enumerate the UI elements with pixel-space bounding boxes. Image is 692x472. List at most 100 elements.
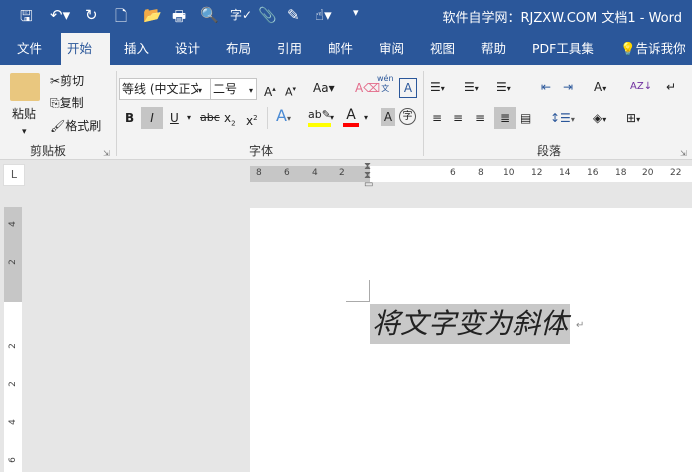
character-border-icon[interactable]: A: [399, 78, 417, 98]
align-right-icon[interactable]: ≡: [475, 109, 485, 127]
ruler-number: 6: [7, 457, 18, 463]
print-preview-icon[interactable]: 🔍: [200, 6, 219, 24]
clipboard-group-label: 剪贴板: [30, 144, 67, 158]
title-bar: 🖫 ↶▾ ↻ 🗋 📂 🖶 🔍 字✓ 📎 ✎ ☝▾ ▾ 软件自学网：RJZXW.C…: [0, 0, 692, 33]
bullets-icon[interactable]: ☰▾: [430, 78, 445, 98]
superscript-button[interactable]: x2: [246, 109, 258, 130]
vertical-ruler[interactable]: 4 2 2 2 4 6: [4, 207, 22, 472]
tab-home[interactable]: 开始: [61, 33, 110, 65]
spelling-icon[interactable]: 字✓: [230, 6, 252, 23]
italic-button[interactable]: I: [141, 107, 163, 129]
tab-mailings[interactable]: 邮件: [322, 33, 359, 65]
strikethrough-button[interactable]: abc: [200, 109, 220, 127]
tell-me-search[interactable]: 💡告诉我你想: [614, 33, 692, 88]
horizontal-ruler[interactable]: 8 6 4 2 6 8 10 12 14 16 18 20 22 ⧗ ⧗ ▭: [250, 162, 692, 190]
cut-button[interactable]: ✂剪切: [50, 72, 84, 90]
copy-icon: ⎘: [50, 96, 60, 110]
paragraph-mark-icon: ↵: [576, 320, 585, 331]
justify-button[interactable]: ≣: [494, 107, 516, 129]
paste-dropdown-icon[interactable]: ▾: [22, 123, 27, 141]
ruler-number: 4: [7, 221, 18, 227]
numbering-icon[interactable]: ☰▾: [464, 78, 479, 98]
ruler-number: 4: [7, 419, 18, 425]
brush-icon: 🖌: [50, 119, 66, 133]
touch-mode-icon[interactable]: ☝▾: [315, 6, 332, 24]
ruler-number: 22: [670, 168, 682, 178]
window-title: 软件自学网：RJZXW.COM 文档1 - Word: [442, 11, 682, 26]
change-case-button[interactable]: Aa▾: [313, 79, 335, 97]
ruler-number: 2: [339, 168, 345, 178]
ruler-number: 2: [7, 259, 18, 265]
ruler-number: 2: [7, 343, 18, 349]
attach-icon[interactable]: 📎: [258, 6, 277, 24]
edit-icon[interactable]: ✎: [287, 6, 300, 24]
font-group-label: 字体: [249, 144, 274, 158]
text-effects-icon[interactable]: A▾: [276, 107, 291, 128]
tab-design[interactable]: 设计: [169, 33, 206, 65]
sort-icon[interactable]: AZ↓: [630, 78, 652, 96]
underline-button[interactable]: U: [170, 109, 179, 127]
save-icon[interactable]: 🖫: [20, 6, 33, 31]
lightbulb-icon: 💡: [620, 41, 636, 56]
asian-layout-icon[interactable]: A▾: [594, 78, 606, 98]
dialog-launcher-icon[interactable]: ⇲: [103, 145, 110, 163]
multilevel-list-icon[interactable]: ☰▾: [496, 78, 511, 98]
phonetic-guide-button[interactable]: wén 文: [377, 74, 394, 94]
font-size-combo[interactable]: 二号 ▾: [210, 78, 257, 100]
ribbon-tabs: 文件 开始 插入 设计 布局 引用 邮件 审阅 视图 帮助 PDF工具集 💡告诉…: [0, 33, 692, 88]
ruler-number: 14: [559, 168, 571, 178]
scissors-icon: ✂: [50, 74, 61, 88]
align-left-icon[interactable]: ≡: [432, 109, 442, 127]
tab-stop-selector[interactable]: L: [3, 164, 25, 186]
margin-corner-mark: [369, 280, 370, 302]
tab-layout[interactable]: 布局: [220, 33, 257, 65]
redo-icon[interactable]: ↻: [85, 6, 98, 24]
selected-document-text[interactable]: 将文字变为斜体: [370, 304, 571, 344]
character-shading-icon[interactable]: A: [381, 108, 395, 126]
font-color-dropdown-icon[interactable]: ▾: [364, 109, 368, 127]
tab-help[interactable]: 帮助: [475, 33, 512, 65]
shading-icon[interactable]: ◈▾: [593, 109, 606, 129]
tab-insert[interactable]: 插入: [118, 33, 155, 65]
borders-icon[interactable]: ⊞▾: [626, 109, 640, 129]
ruler-number: 6: [450, 168, 456, 178]
highlight-icon[interactable]: ab✎: [308, 107, 331, 127]
tab-pdf-tools[interactable]: PDF工具集: [526, 33, 600, 65]
ruler-number: 18: [615, 168, 627, 178]
align-center-icon[interactable]: ≡: [453, 109, 463, 127]
copy-button[interactable]: ⎘复制: [50, 94, 84, 112]
tab-view[interactable]: 视图: [424, 33, 461, 65]
tab-file[interactable]: 文件: [11, 33, 48, 65]
margin-corner-mark: [346, 301, 370, 302]
subscript-button[interactable]: x2: [224, 109, 236, 132]
paste-button[interactable]: 粘贴: [12, 105, 36, 123]
decrease-indent-icon[interactable]: ⇤: [541, 78, 551, 96]
tab-references[interactable]: 引用: [271, 33, 308, 65]
open-icon[interactable]: 📂: [143, 6, 162, 24]
indent-marker-handle[interactable]: ⧗ ⧗ ▭: [364, 162, 373, 190]
highlight-dropdown-icon[interactable]: ▾: [330, 109, 334, 127]
font-color-icon[interactable]: A: [343, 107, 359, 127]
shrink-font-icon[interactable]: A▾: [285, 80, 296, 102]
chevron-down-icon: ▾: [249, 86, 254, 95]
tab-review[interactable]: 审阅: [373, 33, 410, 65]
bold-button[interactable]: B: [125, 109, 134, 127]
format-painter-button[interactable]: 🖌格式刷: [50, 117, 101, 135]
enclose-characters-icon[interactable]: 字: [399, 108, 416, 125]
underline-dropdown-icon[interactable]: ▾: [187, 109, 191, 127]
undo-icon[interactable]: ↶▾: [50, 6, 70, 24]
dialog-launcher-icon[interactable]: ⇲: [680, 145, 687, 163]
ruler-number: 20: [642, 168, 654, 178]
increase-indent-icon[interactable]: ⇥: [563, 78, 573, 96]
font-name-combo[interactable]: 等线 (中文正文)▾: [119, 78, 211, 100]
print-icon[interactable]: 🖶: [172, 6, 186, 31]
customize-icon[interactable]: ▾: [353, 6, 359, 19]
chevron-down-icon: ▾: [198, 86, 203, 95]
new-icon[interactable]: 🗋: [115, 6, 127, 31]
distributed-icon[interactable]: ▤: [520, 109, 531, 127]
grow-font-icon[interactable]: A▴: [264, 80, 276, 101]
ruler-number: 16: [587, 168, 599, 178]
show-marks-icon[interactable]: ↵: [666, 78, 676, 96]
line-spacing-icon[interactable]: ↕☰▾: [550, 109, 575, 129]
paragraph-group-label: 段落: [537, 144, 562, 158]
